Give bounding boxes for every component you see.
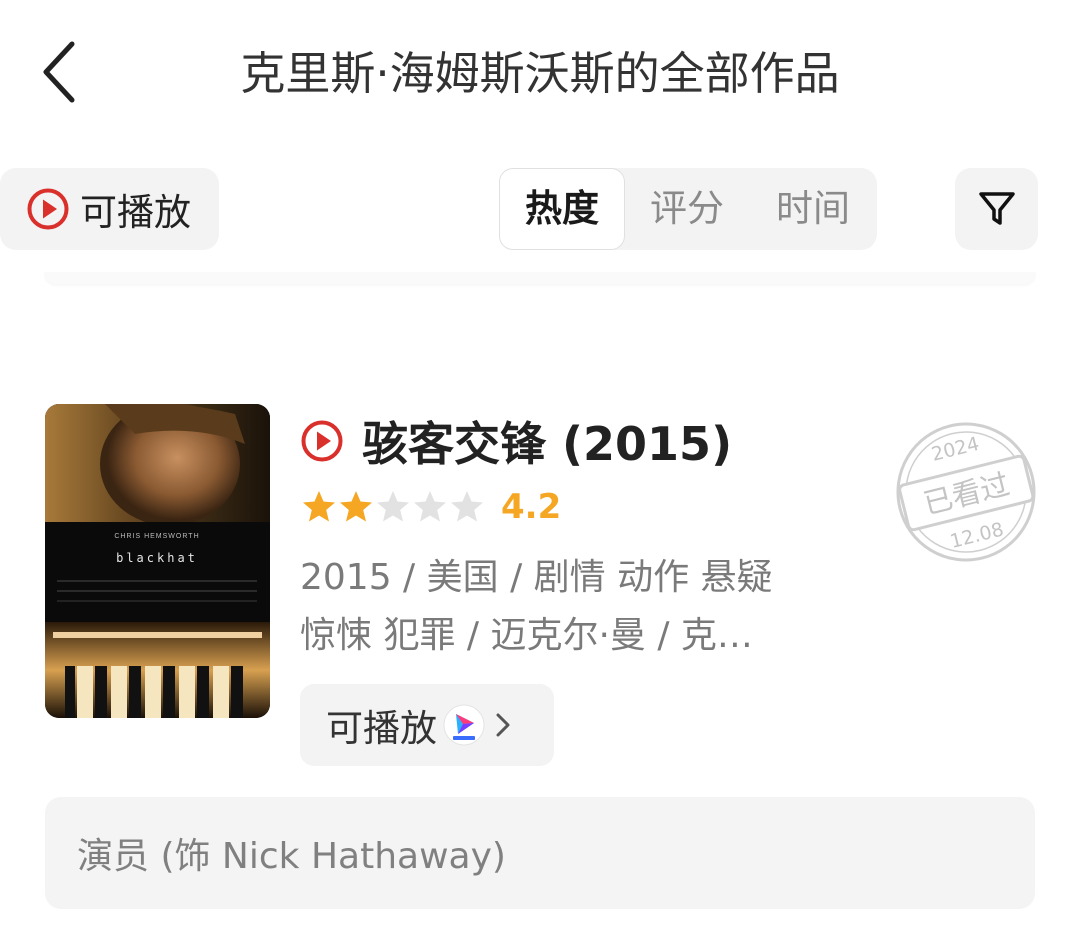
stamp-year: 2024 — [929, 433, 981, 466]
star-empty-icon — [414, 491, 446, 522]
sort-segmented-control: 热度 评分 时间 — [499, 168, 877, 250]
star-empty-icon — [377, 491, 409, 522]
star-empty-icon — [451, 491, 483, 522]
poster-actor-credit: CHRIS HEMSWORTH — [114, 533, 199, 540]
chevron-right-icon — [496, 713, 510, 737]
filter-button[interactable] — [955, 168, 1038, 250]
movie-title[interactable]: 骇客交锋 (2015) — [362, 408, 732, 474]
tab-rating[interactable]: 评分 — [625, 168, 749, 250]
playable-filter-label: 可播放 — [80, 191, 191, 234]
role-info: 演员 (饰 Nick Hathaway) — [45, 797, 1035, 909]
star-filled-icon — [340, 491, 372, 522]
play-circle-icon — [27, 188, 69, 230]
tab-popularity[interactable]: 热度 — [499, 168, 625, 250]
star-rating — [302, 490, 487, 524]
youku-logo-icon — [443, 704, 485, 746]
page-title: 克里斯·海姆斯沃斯的全部作品 — [240, 47, 840, 100]
star-filled-icon — [303, 491, 335, 522]
movie-meta-line-2: 惊悚 犯罪 / 迈克尔·曼 / 克… — [300, 615, 753, 656]
movie-meta-line-1: 2015 / 美国 / 剧情 动作 悬疑 — [300, 557, 773, 598]
movie-poster[interactable]: CHRIS HEMSWORTH blackhat — [45, 404, 270, 718]
play-circle-icon — [301, 420, 343, 462]
play-source-label: 可播放 — [326, 707, 437, 750]
section-divider — [44, 272, 1036, 284]
role-text: 演员 (饰 Nick Hathaway) — [77, 836, 506, 877]
watched-stamp: 2024 已看过 12.08 — [896, 422, 1036, 562]
rating-score: 4.2 — [501, 487, 562, 527]
playable-filter-button[interactable]: 可播放 — [0, 168, 219, 250]
poster-image: CHRIS HEMSWORTH blackhat — [45, 404, 270, 718]
rating-row: 4.2 — [302, 486, 561, 528]
movie-title-row: 骇客交锋 (2015) — [300, 410, 732, 472]
funnel-icon — [978, 192, 1015, 225]
stamp-date: 12.08 — [948, 518, 1006, 553]
poster-title-text: blackhat — [116, 551, 198, 565]
tab-time[interactable]: 时间 — [751, 168, 875, 250]
play-source-button[interactable]: 可播放 — [300, 684, 554, 766]
